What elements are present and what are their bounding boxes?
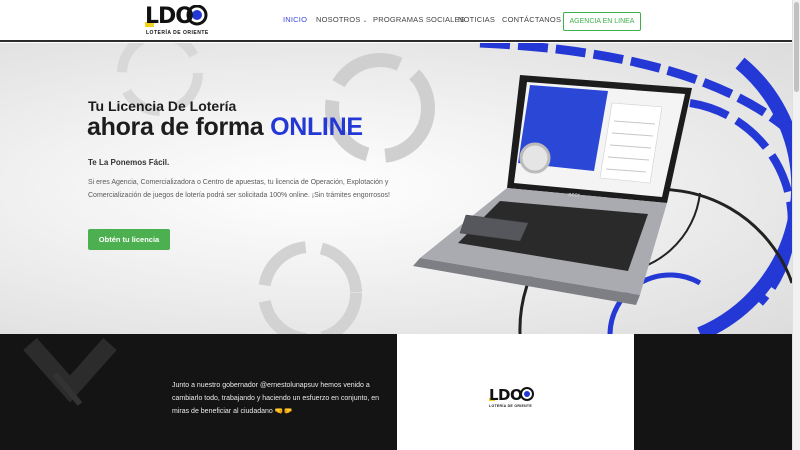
page: LDO LOTERÍA DE ORIENTE INICIO NOSOTROS ⌄ …	[0, 0, 800, 450]
scrollbar-thumb[interactable]	[794, 2, 799, 92]
chevron-down-icon: ⌄	[362, 18, 368, 24]
news-band: Junto a nuestro gobernador @ernestolunap…	[0, 334, 792, 450]
band-post-text: Junto a nuestro gobernador @ernestolunap…	[172, 382, 380, 415]
band-logo-text: LDO	[489, 386, 523, 404]
hero-section: Tu Licencia De Lotería ahora de forma ON…	[0, 43, 792, 334]
site-header: LDO LOTERÍA DE ORIENTE INICIO NOSOTROS ⌄ …	[0, 0, 792, 42]
logo-subtitle: LOTERÍA DE ORIENTE	[146, 30, 209, 36]
nav-nosotros-label: NOSOTROS	[316, 15, 361, 24]
band-left-panel: Junto a nuestro gobernador @ernestolunap…	[0, 334, 397, 450]
band-logo: LDO LOTERÍA DE ORIENTE	[489, 387, 539, 411]
nav-nosotros[interactable]: NOSOTROS ⌄	[316, 15, 368, 24]
band-logo-subtitle: LOTERÍA DE ORIENTE	[489, 404, 532, 408]
nav-programas-sociales[interactable]: PROGRAMAS SOCIALES	[373, 15, 465, 24]
logo-text: LDO	[145, 4, 194, 29]
band-logo-panel: LDO LOTERÍA DE ORIENTE	[397, 334, 634, 450]
laptop-image: acer	[413, 75, 692, 305]
nav-noticias[interactable]: NOTICIAS	[458, 15, 495, 24]
agency-online-button[interactable]: AGENCIA EN LINEA	[563, 12, 641, 31]
page-scrollbar[interactable]	[792, 0, 800, 450]
band-right-panel	[634, 334, 792, 450]
svg-text:acer: acer	[568, 192, 580, 199]
nav-inicio[interactable]: INICIO	[283, 15, 307, 24]
site-logo[interactable]: LDO LOTERÍA DE ORIENTE	[145, 5, 215, 37]
nav-contactanos[interactable]: CONTÁCTANOS	[502, 15, 561, 24]
